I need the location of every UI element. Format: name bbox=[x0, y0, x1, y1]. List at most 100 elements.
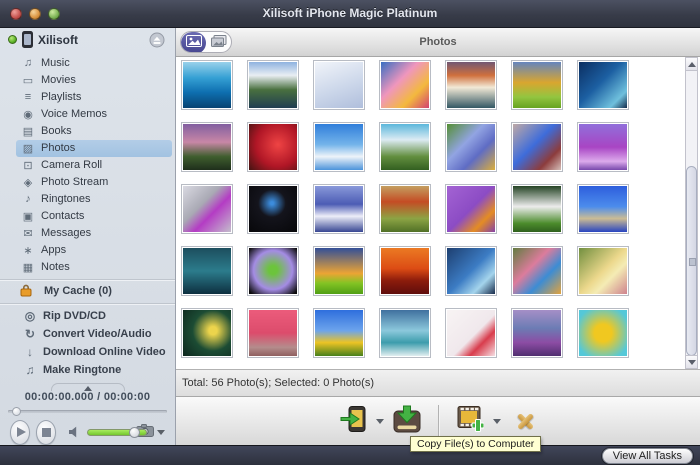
sidebar-item-music[interactable]: ♫ Music bbox=[16, 55, 172, 72]
sidebar-tool-download-online-video[interactable]: ↓Download Online Video bbox=[18, 343, 172, 361]
photo-thumbnail-tropical-lagoon[interactable] bbox=[181, 60, 233, 110]
sidebar-device-row[interactable]: Xilisoft bbox=[0, 31, 175, 49]
photo-thumbnail-red-rose[interactable] bbox=[247, 122, 299, 172]
sidebar-item-ringtones[interactable]: ♪Ringtones bbox=[16, 191, 172, 208]
speaker-icon[interactable] bbox=[68, 426, 82, 438]
sidebar-item-photos[interactable]: ▨Photos bbox=[16, 140, 172, 157]
sidebar-item-photo-stream[interactable]: ◈Photo Stream bbox=[16, 174, 172, 191]
photo-thumbnail-butterfly-metal[interactable] bbox=[181, 184, 233, 234]
apps-icon: ∗ bbox=[20, 244, 36, 257]
photos-icon: ▨ bbox=[20, 142, 36, 155]
copy-to-device-dropdown-caret-icon[interactable] bbox=[376, 419, 384, 424]
sidebar-tool-rip-dvd-cd[interactable]: ◎Rip DVD/CD bbox=[18, 307, 172, 325]
zoom-window-button[interactable] bbox=[48, 8, 60, 20]
photo-thumbnail-forest-girl[interactable] bbox=[577, 246, 629, 296]
sidebar-item-camera-roll[interactable]: ⊡Camera Roll bbox=[16, 157, 172, 174]
sidebar: Xilisoft ♫ Music ▭Movies≡Playlists◉Voice M… bbox=[0, 28, 176, 445]
delete-button[interactable] bbox=[510, 410, 536, 432]
sidebar-item-label: Notes bbox=[41, 261, 70, 273]
photo-thumbnail-red-sunset-rocks[interactable] bbox=[379, 246, 431, 296]
close-window-button[interactable] bbox=[10, 8, 22, 20]
sidebar-tool-label: Make Ringtone bbox=[43, 364, 121, 376]
photo-thumbnail-cherry-blossoms[interactable] bbox=[379, 60, 431, 110]
photo-view-button[interactable] bbox=[181, 32, 206, 53]
photo-thumbnail-beach-panorama[interactable] bbox=[577, 184, 629, 234]
seek-slider[interactable] bbox=[8, 407, 167, 416]
photo-thumbnail-moon-fairy[interactable] bbox=[313, 184, 365, 234]
volume-slider[interactable] bbox=[87, 427, 136, 438]
photo-thumbnail-pink-tree[interactable] bbox=[247, 308, 299, 358]
view-all-tasks-button[interactable]: View All Tasks bbox=[602, 448, 693, 464]
photo-thumbnail-autumn-farm[interactable] bbox=[379, 184, 431, 234]
arrow-up-icon bbox=[688, 62, 696, 67]
photo-thumbnail-daisy-sky[interactable] bbox=[313, 122, 365, 172]
photo-thumbnail-yellow-butterfly[interactable] bbox=[181, 308, 233, 358]
music-icon: ♫ bbox=[20, 57, 36, 69]
photo-thumbnail-rainbow-rose[interactable] bbox=[247, 246, 299, 296]
sidebar-item-notes[interactable]: ▦Notes bbox=[16, 259, 172, 276]
stop-button[interactable] bbox=[36, 420, 56, 445]
export-convert-dropdown-caret-icon[interactable] bbox=[493, 419, 501, 424]
photo-thumbnail-dusk-lake-flowers[interactable] bbox=[511, 308, 563, 358]
sidebar-item-books[interactable]: ▤Books bbox=[16, 123, 172, 140]
playback-time: 00:00:00.000 / 00:00:00 bbox=[0, 391, 175, 404]
photo-thumbnail-underwater-fantasy[interactable] bbox=[577, 60, 629, 110]
seek-knob[interactable] bbox=[12, 407, 21, 416]
sidebar-tool-convert-video-audio[interactable]: ↻Convert Video/Audio bbox=[18, 325, 172, 343]
rip-dvd-icon: ◎ bbox=[22, 309, 38, 323]
photo-grid-area bbox=[176, 57, 700, 369]
photo-thumbnail-sunset-field[interactable] bbox=[181, 122, 233, 172]
seek-track bbox=[8, 410, 167, 413]
photo-thumbnail-white-horse[interactable] bbox=[511, 184, 563, 234]
photo-thumbnail-sunrise-meadow[interactable] bbox=[313, 246, 365, 296]
photo-thumbnail-blue-butterfly[interactable] bbox=[445, 122, 497, 172]
copy-to-device-button[interactable] bbox=[340, 405, 367, 438]
sidebar-item-apps[interactable]: ∗Apps bbox=[16, 242, 172, 259]
sidebar-item-messages[interactable]: ✉Messages bbox=[16, 225, 172, 242]
photo-thumbnail-black-cat[interactable] bbox=[247, 184, 299, 234]
photo-thumbnail-dusk-villa[interactable] bbox=[445, 60, 497, 110]
photo-thumbnail-mermaid[interactable] bbox=[181, 246, 233, 296]
vertical-scrollbar[interactable] bbox=[685, 57, 698, 369]
sidebar-item-playlists[interactable]: ≡Playlists bbox=[16, 89, 172, 106]
scroll-down-button[interactable] bbox=[686, 355, 697, 368]
view-toggle bbox=[180, 31, 232, 53]
minimize-window-button[interactable] bbox=[29, 8, 41, 20]
scrollbar-thumb[interactable] bbox=[686, 166, 697, 356]
volume-knob[interactable] bbox=[129, 427, 140, 438]
snapshot-dropdown-caret-icon[interactable] bbox=[157, 430, 165, 435]
photo-thumbnail-yellow-mimosa[interactable] bbox=[577, 308, 629, 358]
collapse-arrow-icon bbox=[84, 386, 92, 391]
photo-thumbnail-rose-ribbon[interactable] bbox=[445, 308, 497, 358]
photo-thumbnail-winter-fantasy[interactable] bbox=[313, 60, 365, 110]
device-status-dot bbox=[8, 35, 17, 44]
sidebar-item-voice-memos[interactable]: ◉Voice Memos bbox=[16, 106, 172, 123]
sidebar-tool-make-ringtone[interactable]: ♫Make Ringtone bbox=[18, 361, 172, 379]
collapse-handle[interactable] bbox=[51, 383, 125, 391]
sidebar-item-label: Voice Memos bbox=[41, 108, 107, 120]
photo-stack-icon bbox=[211, 34, 227, 52]
eject-icon[interactable] bbox=[149, 32, 165, 48]
copy-to-computer-button[interactable] bbox=[393, 405, 421, 438]
export-convert-button[interactable] bbox=[456, 405, 484, 437]
photo-thumbnail-bluebird-blossoms[interactable] bbox=[511, 122, 563, 172]
photo-thumbnail-country-house[interactable] bbox=[379, 122, 431, 172]
playlists-icon: ≡ bbox=[20, 91, 36, 103]
photo-thumbnail-sunflower-field[interactable] bbox=[313, 308, 365, 358]
photo-grid bbox=[181, 60, 651, 358]
stop-icon bbox=[42, 428, 51, 437]
photo-thumbnail-purple-butterfly[interactable] bbox=[577, 122, 629, 172]
photo-thumbnail-waterfall[interactable] bbox=[379, 308, 431, 358]
play-button[interactable] bbox=[10, 420, 30, 445]
sidebar-item-contacts[interactable]: ▣Contacts bbox=[16, 208, 172, 225]
scroll-up-button[interactable] bbox=[686, 58, 697, 71]
sidebar-item-movies[interactable]: ▭Movies bbox=[16, 72, 172, 89]
photo-thumbnail-autumn-meadow[interactable] bbox=[511, 60, 563, 110]
sidebar-item-label: Music bbox=[41, 57, 70, 69]
photo-thumbnail-mandarin-fish[interactable] bbox=[511, 246, 563, 296]
photo-thumbnail-purple-poppies[interactable] bbox=[445, 184, 497, 234]
sidebar-item-my-cache[interactable]: My Cache (0) bbox=[0, 282, 175, 300]
album-view-button[interactable] bbox=[206, 32, 231, 53]
photo-thumbnail-mountain-lake-reflection[interactable] bbox=[247, 60, 299, 110]
photo-thumbnail-ice-planet[interactable] bbox=[445, 246, 497, 296]
